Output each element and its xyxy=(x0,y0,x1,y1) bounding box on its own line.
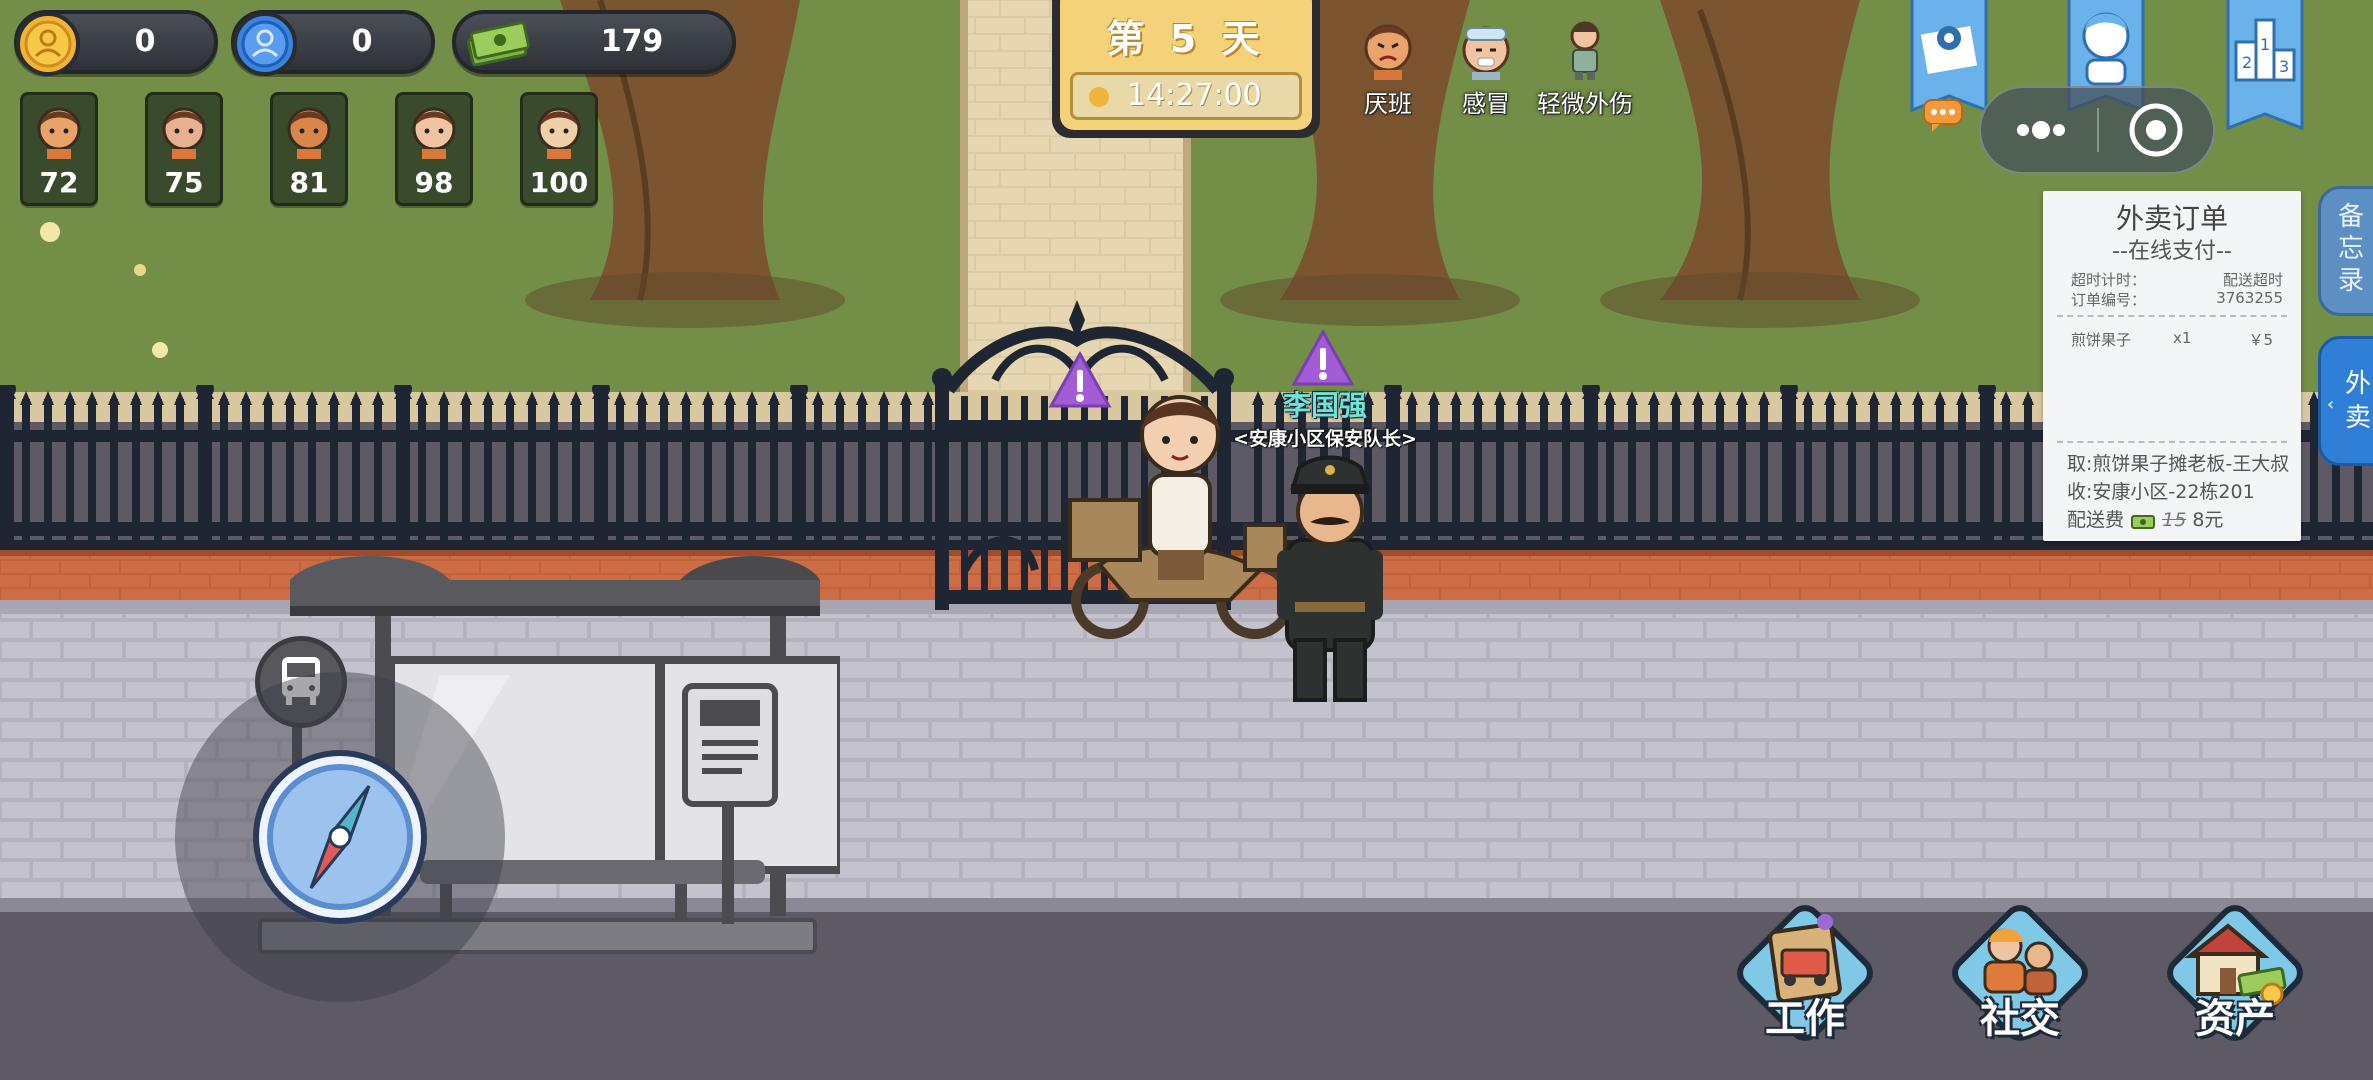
money-counter[interactable]: 179 xyxy=(452,10,736,74)
warning-marker-gate[interactable] xyxy=(1047,350,1113,414)
order-no-label: 订单编号： xyxy=(2071,291,2147,309)
svg-text:1: 1 xyxy=(2260,35,2270,54)
order-no: 3763255 xyxy=(2216,289,2283,307)
social-button[interactable]: 社交 xyxy=(1945,898,2095,1048)
compass-knob[interactable] xyxy=(253,750,427,924)
pickup-info: 取:煎饼果子摊老板-王大叔 xyxy=(2067,453,2290,475)
more-button[interactable] xyxy=(1981,88,2099,172)
social-label: 社交 xyxy=(1980,996,2060,1042)
npc-name: 李国强 xyxy=(1282,389,1367,422)
svg-text:2: 2 xyxy=(2242,53,2252,72)
condition-label: 感冒 xyxy=(1462,90,1510,118)
compass-icon xyxy=(267,764,413,910)
npc-name-tag: 李国强 <安康小区保安队长> xyxy=(1220,384,1430,451)
money-value: 179 xyxy=(600,24,664,59)
delivery-label: 外卖 xyxy=(2344,369,2371,433)
injured-person-icon xyxy=(1570,21,1600,80)
chat-button[interactable] xyxy=(1922,98,1964,134)
condition-label: 轻微外伤 xyxy=(1537,90,1633,118)
timer-label: 超时计时： xyxy=(2071,271,2147,289)
delivery-order-card[interactable]: 外卖订单 --在线支付-- 超时计时： 配送超时 订单编号： 3763255 煎… xyxy=(2043,191,2301,541)
game-scene[interactable]: 李国强 <安康小区保安队长> 0 0 179 72 75 81 98 100 第 5 天… xyxy=(0,0,2373,1080)
stat-value: 81 xyxy=(289,166,329,199)
delivery-fee: 配送费 15 8元 xyxy=(2067,505,2223,532)
day-panel: 第 5 天 14:27:00 xyxy=(1052,0,1320,138)
stat-card[interactable]: 72 xyxy=(20,92,98,206)
fee-old: 15 xyxy=(2162,509,2187,531)
delivery-address: 收:安康小区-22栋201 xyxy=(2067,481,2255,503)
npc-title: <安康小区保安队长> xyxy=(1233,428,1417,450)
stat-value: 75 xyxy=(164,166,204,199)
day-prefix: 第 xyxy=(1106,17,1151,61)
character-face-icon xyxy=(287,107,331,159)
chat-icon xyxy=(1923,99,1963,132)
day-suffix: 天 xyxy=(1221,17,1266,61)
day-number: 5 xyxy=(1169,17,1203,61)
stat-card[interactable]: 75 xyxy=(145,92,223,206)
character-face-icon xyxy=(162,107,206,159)
day-label: 第 5 天 xyxy=(1052,8,1320,63)
memo-label: 备忘录 xyxy=(2337,202,2364,296)
coin-value: 0 xyxy=(134,24,156,59)
svg-text:3: 3 xyxy=(2279,57,2289,76)
timeout-label: 配送超时 xyxy=(2222,271,2283,289)
stat-card[interactable]: 81 xyxy=(270,92,348,206)
coin-icon xyxy=(16,12,80,76)
grumpy-face-icon xyxy=(1364,24,1412,80)
item-price: ￥5 xyxy=(2248,331,2273,349)
movement-joystick[interactable] xyxy=(175,672,505,1002)
follower-icon xyxy=(233,12,297,76)
condition-cold[interactable]: 感冒 xyxy=(1456,20,1516,119)
ranking-button[interactable]: 213 xyxy=(2222,0,2308,138)
security-guard-npc[interactable] xyxy=(1265,450,1395,710)
game-clock: 14:27:00 xyxy=(1070,72,1302,120)
condition-label: 厌班 xyxy=(1364,90,1412,118)
stat-value: 72 xyxy=(39,166,79,199)
clock-time: 14:27:00 xyxy=(1127,78,1262,113)
item-name: 煎饼果子 xyxy=(2071,331,2132,349)
cash-icon xyxy=(2131,514,2156,529)
record-icon xyxy=(2129,103,2183,157)
warning-icon xyxy=(1291,328,1355,386)
work-label: 工作 xyxy=(1765,996,1845,1042)
coin-counter[interactable]: 0 xyxy=(14,10,218,76)
character-face-icon xyxy=(537,107,581,159)
more-icon xyxy=(2017,121,2065,139)
fee-label: 配送费 xyxy=(2067,509,2125,531)
follower-counter[interactable]: 0 xyxy=(231,10,435,76)
cash-stack-icon xyxy=(466,18,530,67)
assets-button[interactable]: 资产 xyxy=(2160,898,2310,1048)
warning-icon xyxy=(1048,350,1112,408)
capsule-menu[interactable] xyxy=(1979,86,2215,174)
work-button[interactable]: 工作 xyxy=(1730,898,1880,1048)
stat-card[interactable]: 100 xyxy=(520,92,598,206)
assets-label: 资产 xyxy=(2195,996,2275,1042)
chevron-left-icon: ‹ xyxy=(2327,394,2335,415)
sick-face-icon xyxy=(1462,26,1510,80)
fee-new: 8元 xyxy=(2192,509,2224,531)
condition-bored[interactable]: 厌班 xyxy=(1358,20,1418,119)
warning-marker-npc[interactable] xyxy=(1290,328,1356,392)
character-face-icon xyxy=(37,107,81,159)
character-face-icon xyxy=(412,107,456,159)
delivery-tab[interactable]: 外卖 ‹ xyxy=(2318,336,2373,466)
divider xyxy=(2057,315,2287,317)
item-qty: x1 xyxy=(2173,329,2192,347)
record-button[interactable] xyxy=(2099,88,2213,172)
stat-value: 100 xyxy=(529,166,589,199)
memo-tab[interactable]: 备忘录 xyxy=(2318,186,2373,316)
order-title: 外卖订单 xyxy=(2115,202,2228,235)
divider xyxy=(2057,441,2287,443)
ranking-icon: 213 xyxy=(2226,0,2304,131)
order-subtitle: --在线支付-- xyxy=(2112,239,2232,264)
follower-value: 0 xyxy=(351,24,373,59)
sun-icon xyxy=(1089,87,1109,107)
condition-minor-injury[interactable]: 轻微外伤 xyxy=(1535,20,1635,119)
stat-card[interactable]: 98 xyxy=(395,92,473,206)
stat-value: 98 xyxy=(414,166,454,199)
